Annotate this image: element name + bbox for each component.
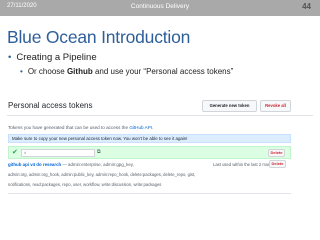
- slide-page-number: 44: [302, 2, 311, 11]
- github-api-link[interactable]: GitHub API: [129, 125, 152, 130]
- token-title-line: github api v4 do research — admin:enterp…: [8, 162, 134, 167]
- token-scopes-line3: notifications, read:packages, repo, user…: [8, 182, 162, 187]
- bullet-dot-icon: •: [8, 52, 12, 63]
- desc-prefix: Tokens you have generated that can be us…: [8, 125, 130, 130]
- copy-icon[interactable]: ⧉: [97, 149, 101, 155]
- token-scopes-line1: — admin:enterprise, admin:gpg_key,: [61, 162, 134, 167]
- new-token-row: ✔ d ⧉ Delete: [8, 146, 291, 159]
- delete-new-token-button[interactable]: Delete: [268, 149, 285, 157]
- tokens-page-title: Personal access tokens: [8, 101, 93, 110]
- delete-token-button[interactable]: Delete: [269, 160, 286, 168]
- token-value-field[interactable]: d: [21, 149, 95, 157]
- tokens-header: Personal access tokens Generate new toke…: [7, 98, 313, 116]
- token-last-used: Last used within the last 2 months: [213, 162, 277, 167]
- slide-title: Blue Ocean Introduction: [7, 27, 191, 47]
- token-name-link[interactable]: github api v4 do research: [8, 162, 61, 167]
- tokens-description: Tokens you have generated that can be us…: [8, 125, 153, 130]
- desc-suffix: .: [152, 125, 154, 130]
- bullet-choose-github: • Or choose Github and use your “Personal…: [20, 67, 233, 76]
- bullet-text-suffix: and use your “Personal access tokens”: [92, 67, 234, 76]
- bullet-text-prefix: Or choose: [27, 67, 67, 76]
- bullet-creating-pipeline: • Creating a Pipeline: [8, 52, 97, 63]
- bullet-text: Creating a Pipeline: [16, 52, 97, 63]
- existing-token-row: github api v4 do research — admin:enterp…: [8, 160, 291, 194]
- token-scopes-line2: admin:org, admin:org_hook, admin:public_…: [8, 172, 196, 177]
- revoke-all-button[interactable]: Revoke all: [260, 100, 291, 112]
- github-tokens-screenshot: Personal access tokens Generate new toke…: [7, 94, 313, 236]
- copy-token-notice: Make sure to copy your new personal acce…: [8, 134, 291, 143]
- slide-header-bar: 27/11/2020 Continuous Delivery 44: [0, 0, 320, 16]
- check-icon: ✔: [12, 149, 18, 156]
- bullet-dot-icon: •: [20, 67, 23, 76]
- slide-header-title: Continuous Delivery: [130, 3, 190, 10]
- bullet-text-bold: Github: [66, 67, 93, 76]
- generate-new-token-button[interactable]: Generate new token: [202, 100, 257, 112]
